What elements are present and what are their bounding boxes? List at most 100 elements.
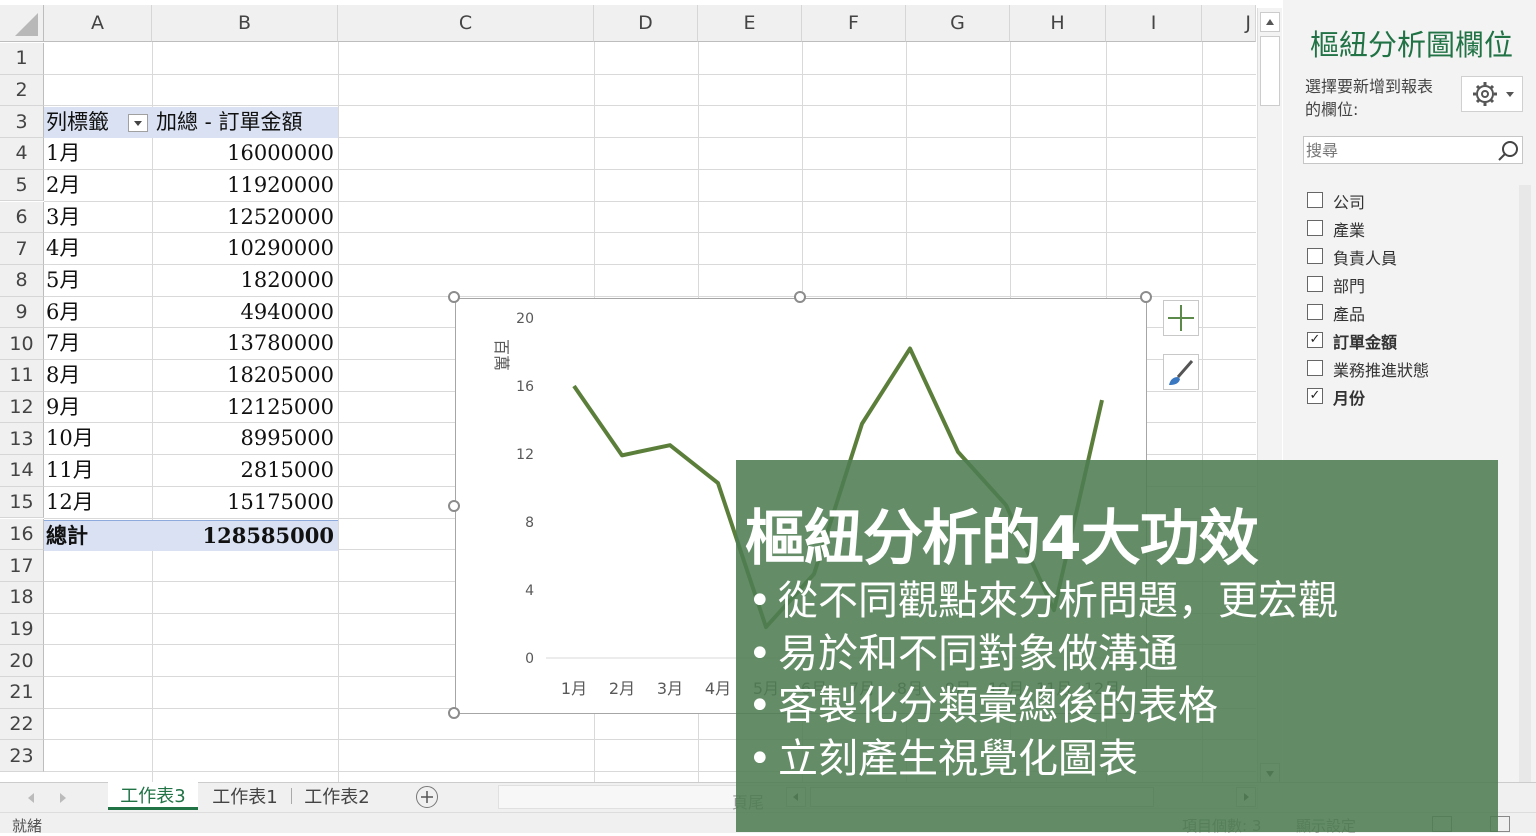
row-header[interactable]: 20	[0, 645, 44, 677]
row-header[interactable]: 6	[0, 202, 44, 234]
pivot-month-cell[interactable]: 8月	[46, 360, 80, 391]
row-header[interactable]: 16	[0, 519, 44, 551]
pivot-value-cell[interactable]: 15175000	[227, 487, 334, 518]
pivot-value-cell[interactable]: 13780000	[227, 328, 334, 359]
pivot-month-cell[interactable]: 9月	[46, 392, 80, 423]
pivot-value-cell[interactable]: 10290000	[227, 233, 334, 264]
field-checkbox[interactable]: ✓	[1307, 388, 1323, 404]
field-checkbox[interactable]	[1307, 276, 1323, 292]
pivot-month-cell[interactable]: 4月	[46, 233, 80, 264]
pivot-month-cell[interactable]: 10月	[46, 423, 94, 454]
sheet-tab[interactable]: 工作表1	[200, 782, 290, 810]
row-header[interactable]: 12	[0, 392, 44, 424]
pivot-month-cell[interactable]: 12月	[46, 487, 94, 518]
field-checkbox[interactable]	[1307, 304, 1323, 320]
row-header[interactable]: 4	[0, 138, 44, 170]
pivot-value-cell[interactable]: 2815000	[240, 455, 334, 486]
pivot-value-cell[interactable]: 12125000	[227, 392, 334, 423]
pivot-month-cell[interactable]: 7月	[46, 328, 80, 359]
chart-resize-handle-tl[interactable]	[448, 291, 460, 303]
pivot-value-cell[interactable]: 8995000	[240, 423, 334, 454]
row-header[interactable]: 1	[0, 43, 44, 75]
row-header[interactable]: 19	[0, 614, 44, 646]
field-label[interactable]: 產品	[1333, 301, 1365, 325]
search-icon[interactable]	[1496, 139, 1520, 163]
row-header[interactable]: 17	[0, 550, 44, 582]
field-label[interactable]: 月份	[1333, 385, 1365, 409]
pivot-value-cell[interactable]: 1820000	[240, 265, 334, 296]
col-header-h[interactable]: H	[1010, 5, 1106, 42]
field-label[interactable]: 訂單金額	[1333, 329, 1397, 353]
row-header[interactable]: 14	[0, 455, 44, 487]
settings-gear-button[interactable]	[1461, 76, 1523, 112]
pivot-total-label[interactable]: 總計	[46, 520, 88, 551]
pivot-value-cell[interactable]: 4940000	[240, 297, 334, 328]
pane-scroll-track[interactable]	[1519, 185, 1531, 825]
scroll-up-button[interactable]	[1260, 12, 1280, 32]
field-label[interactable]: 部門	[1333, 273, 1365, 297]
col-header-g[interactable]: G	[906, 5, 1010, 42]
row-header[interactable]: 7	[0, 233, 44, 265]
search-input[interactable]	[1304, 137, 1488, 163]
overlay-bullet-text: 易於和不同對象做溝通	[778, 631, 1178, 677]
field-label[interactable]: 業務推進狀態	[1333, 357, 1429, 381]
row-header[interactable]: 3	[0, 106, 44, 138]
pivot-month-cell[interactable]: 6月	[46, 297, 80, 328]
field-checkbox[interactable]	[1307, 220, 1323, 236]
chart-resize-handle-bl[interactable]	[448, 707, 460, 719]
pivot-value-header[interactable]: 加總 - 訂單金額	[156, 107, 302, 138]
row-header[interactable]: 2	[0, 75, 44, 107]
row-header[interactable]: 15	[0, 487, 44, 519]
row-header[interactable]: 9	[0, 297, 44, 329]
pivot-value-cell[interactable]: 16000000	[227, 138, 334, 169]
chart-resize-handle-tm[interactable]	[794, 291, 806, 303]
pivot-month-cell[interactable]: 11月	[46, 455, 94, 486]
col-header-d[interactable]: D	[594, 5, 698, 42]
field-label[interactable]: 公司	[1333, 189, 1365, 213]
row-header[interactable]: 21	[0, 677, 44, 709]
row-header[interactable]: 23	[0, 740, 44, 772]
row-header[interactable]: 22	[0, 709, 44, 741]
scroll-thumb[interactable]	[1260, 36, 1280, 106]
tab-scroll-arrows-icon[interactable]	[22, 789, 72, 807]
row-header[interactable]: 18	[0, 582, 44, 614]
chart-resize-handle-tr[interactable]	[1140, 291, 1152, 303]
field-checkbox[interactable]	[1307, 360, 1323, 376]
chart-resize-handle-ml[interactable]	[448, 500, 460, 512]
select-all-corner[interactable]	[0, 5, 44, 42]
row-header[interactable]: 11	[0, 360, 44, 392]
pivot-month-cell[interactable]: 2月	[46, 170, 80, 201]
sheet-tab[interactable]: 工作表2	[292, 782, 382, 810]
row-header[interactable]: 5	[0, 170, 44, 202]
field-checkbox[interactable]	[1307, 192, 1323, 208]
col-header-a[interactable]: A	[44, 5, 152, 42]
filter-dropdown-button[interactable]	[128, 114, 148, 132]
col-header-b[interactable]: B	[152, 5, 338, 42]
field-checkbox[interactable]: ✓	[1307, 332, 1323, 348]
col-header-f[interactable]: F	[802, 5, 906, 42]
row-header[interactable]: 10	[0, 328, 44, 360]
pivot-month-cell[interactable]: 5月	[46, 265, 80, 296]
add-sheet-button[interactable]	[416, 786, 438, 808]
chart-elements-button[interactable]	[1163, 300, 1199, 336]
pivot-total-value[interactable]: 128585000	[202, 520, 334, 551]
pivot-value-cell[interactable]: 12520000	[227, 202, 334, 233]
pivot-value-cell[interactable]: 11920000	[227, 170, 334, 201]
pivot-value-cell[interactable]: 18205000	[227, 360, 334, 391]
pivot-month-cell[interactable]: 3月	[46, 202, 80, 233]
col-header-e[interactable]: E	[698, 5, 802, 42]
field-label[interactable]: 產業	[1333, 217, 1365, 241]
field-checkbox[interactable]	[1307, 248, 1323, 264]
col-header-c[interactable]: C	[338, 5, 594, 42]
row-header[interactable]: 13	[0, 423, 44, 455]
sheet-tab-active[interactable]: 工作表3	[108, 782, 198, 810]
pane-title: 樞紐分析圖欄位	[1310, 22, 1513, 64]
col-header-j[interactable]: J	[1202, 5, 1256, 42]
col-header-i[interactable]: I	[1106, 5, 1202, 42]
chart-styles-button[interactable]	[1163, 354, 1199, 390]
row-header[interactable]: 8	[0, 265, 44, 297]
field-label[interactable]: 負責人員	[1333, 245, 1397, 269]
pivot-month-cell[interactable]: 1月	[46, 138, 80, 169]
field-search-box[interactable]	[1303, 136, 1523, 164]
pivot-row-label-header[interactable]: 列標籤	[46, 107, 109, 138]
